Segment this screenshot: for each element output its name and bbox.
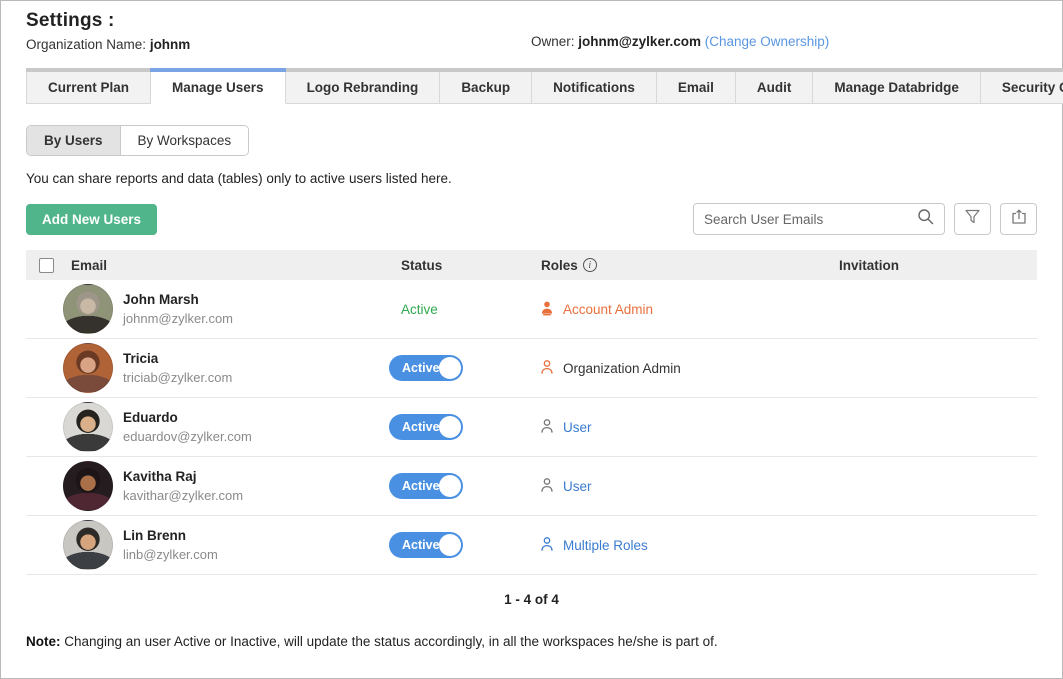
change-ownership-link[interactable]: (Change Ownership) [705, 34, 830, 49]
tab-manage-databridge[interactable]: Manage Databridge [813, 72, 981, 104]
by-workspaces-segment[interactable]: By Workspaces [121, 126, 249, 155]
user-row: Eduardo eduardov@zylker.com Active User [26, 398, 1037, 457]
org-admin-person-icon [539, 359, 555, 378]
status-toggle[interactable]: Active [389, 473, 463, 499]
status-text: Active [401, 302, 438, 317]
avatar [63, 343, 113, 393]
status-toggle[interactable]: Active [389, 355, 463, 381]
avatar [63, 284, 113, 334]
tab-security-controls[interactable]: Security Controls [981, 72, 1063, 104]
page-header: Settings : Organization Name: johnm Owne… [1, 1, 1062, 52]
status-toggle[interactable]: Active [389, 414, 463, 440]
filter-funnel-icon [964, 208, 981, 230]
user-name: Lin Brenn [123, 526, 218, 545]
user-name: John Marsh [123, 290, 233, 309]
footer-note-text: Changing an user Active or Inactive, wil… [61, 634, 718, 649]
user-email: kavithar@zylker.com [123, 486, 243, 505]
users-table: Email Status Roles Invitation John Marsh… [26, 250, 1037, 575]
role-label: Organization Admin [563, 361, 681, 376]
user-email: linb@zylker.com [123, 545, 218, 564]
role-label[interactable]: User [563, 420, 592, 435]
search-box [693, 203, 945, 235]
invitation-column-header: Invitation [839, 258, 899, 273]
status-toggle-label: Active [402, 532, 440, 558]
user-row: Lin Brenn linb@zylker.com Active Multipl… [26, 516, 1037, 575]
toggle-knob [439, 475, 461, 497]
tab-current-plan[interactable]: Current Plan [26, 72, 151, 104]
tab-logo-rebranding[interactable]: Logo Rebranding [286, 72, 441, 104]
export-icon [1010, 208, 1028, 231]
user-email: eduardov@zylker.com [123, 427, 252, 446]
tab-backup[interactable]: Backup [440, 72, 532, 104]
avatar [63, 520, 113, 570]
avatar [63, 461, 113, 511]
user-row: Kavitha Raj kavithar@zylker.com Active U… [26, 457, 1037, 516]
user-name: Tricia [123, 349, 232, 368]
tab-notifications[interactable]: Notifications [532, 72, 657, 104]
user-person-icon [539, 477, 555, 496]
user-email: johnm@zylker.com [123, 309, 233, 328]
share-info-text: You can share reports and data (tables) … [26, 171, 1037, 186]
tab-audit[interactable]: Audit [736, 72, 814, 104]
status-toggle[interactable]: Active [389, 532, 463, 558]
filter-button[interactable] [954, 203, 991, 235]
toggle-knob [439, 357, 461, 379]
tab-manage-users[interactable]: Manage Users [151, 72, 286, 104]
view-mode-switch: By Users By Workspaces [26, 125, 249, 156]
roles-info-icon[interactable] [583, 258, 597, 272]
export-button[interactable] [1000, 203, 1037, 235]
user-row: John Marsh johnm@zylker.com Active Accou… [26, 280, 1037, 339]
role-label[interactable]: Account Admin [563, 302, 653, 317]
user-person-icon [539, 418, 555, 437]
add-new-users-button[interactable]: Add New Users [26, 204, 157, 235]
settings-tab-bar: Current Plan Manage Users Logo Rebrandin… [26, 68, 1063, 104]
status-toggle-label: Active [402, 473, 440, 499]
user-name: Kavitha Raj [123, 467, 243, 486]
by-users-segment[interactable]: By Users [27, 126, 121, 155]
user-name: Eduardo [123, 408, 252, 427]
footer-note-label: Note: [26, 634, 61, 649]
email-column-header: Email [71, 258, 107, 273]
toggle-knob [439, 534, 461, 556]
multiple-roles-person-icon [539, 536, 555, 555]
search-icon[interactable] [917, 208, 934, 230]
roles-column-header: Roles [541, 258, 578, 273]
select-all-checkbox[interactable] [39, 258, 54, 273]
toggle-knob [439, 416, 461, 438]
owner-line: Owner: johnm@zylker.com (Change Ownershi… [531, 34, 829, 49]
account-admin-person-icon [539, 300, 555, 319]
footer-note: Note: Changing an user Active or Inactiv… [26, 634, 1037, 649]
avatar [63, 402, 113, 452]
status-column-header: Status [401, 258, 442, 273]
pagination-summary: 1 - 4 of 4 [26, 592, 1037, 607]
users-table-header: Email Status Roles Invitation [26, 250, 1037, 280]
user-email: triciab@zylker.com [123, 368, 232, 387]
tab-email[interactable]: Email [657, 72, 736, 104]
user-table-toolbar: Add New Users [26, 203, 1037, 235]
organization-name-value: johnm [150, 37, 191, 52]
user-row: Tricia triciab@zylker.com Active Organiz… [26, 339, 1037, 398]
role-label[interactable]: User [563, 479, 592, 494]
status-toggle-label: Active [402, 414, 440, 440]
search-input[interactable] [704, 212, 917, 227]
owner-email: johnm@zylker.com [578, 34, 701, 49]
status-toggle-label: Active [402, 355, 440, 381]
role-label[interactable]: Multiple Roles [563, 538, 648, 553]
organization-name-label: Organization Name: [26, 37, 150, 52]
page-title: Settings : [26, 10, 1037, 32]
owner-label: Owner: [531, 34, 578, 49]
